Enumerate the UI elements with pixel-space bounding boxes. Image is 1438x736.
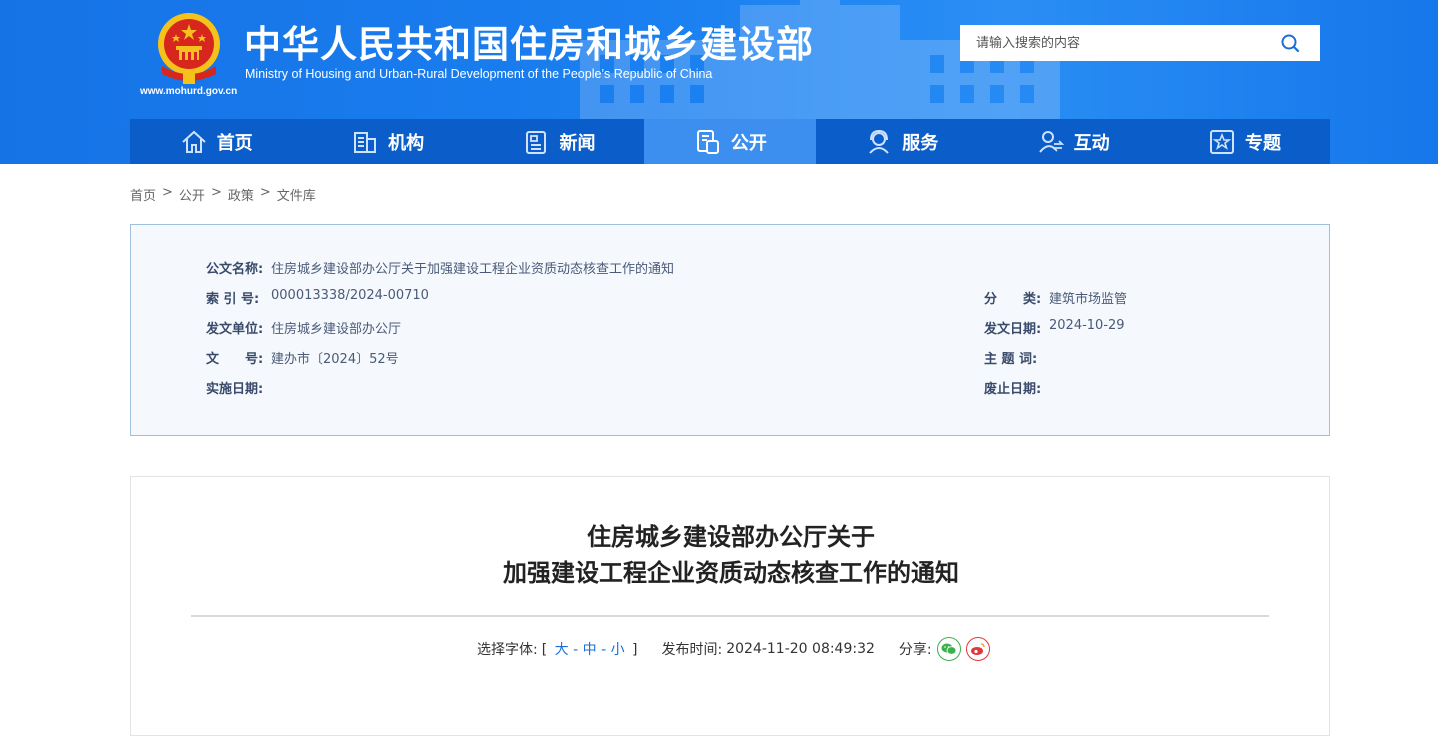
font-size-label: 选择字体: bbox=[477, 642, 538, 658]
search-icon[interactable] bbox=[1280, 33, 1300, 53]
info-row-subject: 主 题 词: bbox=[984, 348, 1049, 367]
weibo-share-icon[interactable] bbox=[965, 637, 990, 661]
nav-label: 新闻 bbox=[559, 132, 596, 154]
title-divider bbox=[191, 615, 1269, 617]
interact-icon bbox=[1038, 130, 1064, 153]
info-value: 000013338/2024-00710 bbox=[271, 288, 429, 303]
site-domain: www.mohurd.gov.cn bbox=[140, 86, 238, 97]
info-label: 实施日期: bbox=[206, 382, 264, 397]
font-large-link[interactable]: 大 bbox=[555, 642, 569, 658]
building-icon bbox=[354, 131, 377, 153]
national-emblem-icon bbox=[158, 13, 220, 84]
publish-time: 2024-11-20 08:49:32 bbox=[726, 641, 875, 657]
info-label: 废止日期: bbox=[984, 382, 1042, 397]
font-small-link[interactable]: 小 bbox=[611, 642, 625, 658]
info-label: 主 题 词: bbox=[984, 352, 1038, 367]
breadcrumb-home[interactable]: 首页 bbox=[130, 185, 156, 204]
news-icon bbox=[526, 130, 547, 154]
info-row-index: 索 引 号: 000013338/2024-00710 bbox=[206, 288, 429, 307]
info-label: 文 号: bbox=[206, 352, 264, 367]
article-title-line2: 加强建设工程企业资质动态核查工作的通知 bbox=[503, 559, 959, 587]
info-label: 索 引 号: bbox=[206, 292, 260, 307]
info-row-doc-number: 文 号: 建办市〔2024〕52号 bbox=[206, 348, 399, 367]
info-label: 公文名称: bbox=[206, 262, 264, 277]
nav-label: 公开 bbox=[730, 132, 767, 154]
wechat-share-icon[interactable] bbox=[936, 637, 961, 661]
info-row-issuer: 发文单位: 住房城乡建设部办公厅 bbox=[206, 318, 401, 337]
star-icon bbox=[1210, 129, 1235, 154]
article-meta: 选择字体: [ 大 - 中 - 小 ] 发布时间: 2024-11-20 08:… bbox=[477, 637, 990, 661]
font-medium-link[interactable]: 中 bbox=[583, 642, 597, 658]
breadcrumb-separator: > bbox=[210, 185, 222, 200]
nav-label: 互动 bbox=[1073, 132, 1110, 154]
info-row-effective-date: 实施日期: bbox=[206, 378, 271, 397]
document-icon bbox=[696, 129, 719, 154]
info-value: 建办市〔2024〕52号 bbox=[271, 352, 399, 367]
service-icon bbox=[869, 129, 889, 154]
nav-label: 首页 bbox=[216, 132, 253, 154]
info-value: 2024-10-29 bbox=[1049, 318, 1125, 333]
nav-item-news[interactable]: 新闻 bbox=[473, 119, 644, 164]
publish-time-label: 发布时间: bbox=[661, 642, 723, 658]
nav-item-topics[interactable]: 专题 bbox=[1158, 119, 1329, 164]
nav-label: 机构 bbox=[388, 132, 425, 154]
site-subtitle: Ministry of Housing and Urban-Rural Deve… bbox=[245, 67, 713, 81]
info-value: 建筑市场监管 bbox=[1049, 292, 1128, 307]
article-card: 住房城乡建设部办公厅关于 加强建设工程企业资质动态核查工作的通知 选择字体: [… bbox=[130, 476, 1330, 736]
info-row-issue-date: 发文日期: 2024-10-29 bbox=[984, 318, 1125, 337]
breadcrumb-policy[interactable]: 政策 bbox=[228, 185, 254, 204]
info-label: 分 类: bbox=[984, 292, 1042, 307]
document-info-box: 公文名称: 住房城乡建设部办公厅关于加强建设工程企业资质动态核查工作的通知 索 … bbox=[130, 224, 1330, 436]
info-value: 住房城乡建设部办公厅 bbox=[271, 322, 402, 337]
article-title-line1: 住房城乡建设部办公厅关于 bbox=[587, 523, 875, 551]
nav-item-public[interactable]: 公开 bbox=[644, 119, 816, 164]
breadcrumb: 首页 > 公开 > 政策 > 文件库 bbox=[130, 185, 316, 204]
breadcrumb-public[interactable]: 公开 bbox=[179, 185, 205, 204]
search-box bbox=[960, 25, 1320, 61]
nav-item-service[interactable]: 服务 bbox=[816, 119, 987, 164]
nav-label: 服务 bbox=[902, 132, 939, 154]
breadcrumb-separator: > bbox=[259, 185, 271, 200]
share-label: 分享: bbox=[898, 642, 932, 658]
breadcrumb-separator: > bbox=[162, 185, 173, 200]
info-row-name: 公文名称: 住房城乡建设部办公厅关于加强建设工程企业资质动态核查工作的通知 bbox=[206, 258, 674, 277]
info-label: 发文日期: bbox=[984, 322, 1042, 337]
font-size-selector: [ 大 - 中 - 小 ] bbox=[541, 642, 638, 658]
nav-item-interact[interactable]: 互动 bbox=[987, 119, 1158, 164]
info-value: 住房城乡建设部办公厅关于加强建设工程企业资质动态核查工作的通知 bbox=[271, 262, 675, 277]
search-input[interactable] bbox=[960, 26, 1260, 60]
home-icon bbox=[182, 130, 206, 153]
site-title[interactable]: 中华人民共和国住房和城乡建设部 bbox=[244, 14, 814, 68]
info-label: 发文单位: bbox=[206, 322, 264, 337]
main-nav: 首页 机构 新闻 公开 服务 互动 专题 bbox=[130, 119, 1330, 164]
nav-label: 专题 bbox=[1245, 132, 1282, 154]
nav-item-organization[interactable]: 机构 bbox=[301, 119, 472, 164]
nav-item-home[interactable]: 首页 bbox=[130, 119, 301, 164]
breadcrumb-library[interactable]: 文件库 bbox=[277, 185, 316, 204]
info-row-expire-date: 废止日期: bbox=[984, 378, 1049, 397]
info-row-category: 分 类: 建筑市场监管 bbox=[984, 288, 1127, 307]
